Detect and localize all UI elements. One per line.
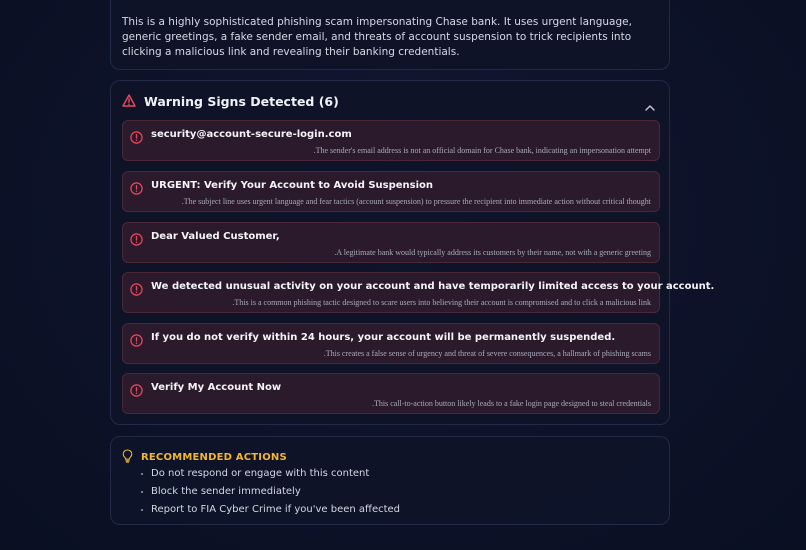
alert-circle-icon bbox=[130, 129, 143, 148]
bullet-dot bbox=[141, 509, 143, 511]
list-item: Do not respond or engage with this conte… bbox=[141, 465, 400, 483]
recommended-action-text: Block the sender immediately bbox=[151, 486, 301, 497]
bullet-dot bbox=[141, 473, 143, 475]
alert-circle-icon bbox=[130, 332, 143, 351]
warning-triangle-icon bbox=[122, 92, 136, 111]
alert-circle-icon bbox=[130, 180, 143, 199]
warning-sign-item: URGENT: Verify Your Account to Avoid Sus… bbox=[122, 171, 660, 212]
alert-circle-icon bbox=[130, 231, 143, 250]
analysis-summary-card: This is a highly sophisticated phishing … bbox=[110, 0, 670, 70]
warning-sign-item: We detected unusual activity on your acc… bbox=[122, 272, 714, 313]
recommended-action-text: Do not respond or engage with this conte… bbox=[151, 468, 370, 479]
warning-sign-description: .This is a common phishing tactic design… bbox=[232, 298, 651, 307]
warning-sign-title: Dear Valued Customer, bbox=[151, 231, 280, 242]
list-item: Block the sender immediately bbox=[141, 483, 400, 501]
warning-sign-item: If you do not verify within 24 hours, yo… bbox=[122, 323, 660, 364]
recommended-actions-list: Do not respond or engage with this conte… bbox=[141, 465, 400, 519]
warning-sign-title: Verify My Account Now bbox=[151, 382, 282, 393]
warning-sign-description: .This call-to-action button likely leads… bbox=[371, 399, 651, 408]
warning-sign-title: If you do not verify within 24 hours, yo… bbox=[151, 332, 616, 343]
warning-signs-header[interactable]: Warning Signs Detected (6) bbox=[122, 92, 657, 111]
recommended-actions-card: RECOMMENDED ACTIONS Do not respond or en… bbox=[110, 436, 670, 525]
alert-circle-icon bbox=[130, 382, 143, 401]
warning-sign-description: .A legitimate bank would typically addre… bbox=[334, 248, 651, 257]
warning-sign-item: security@account-secure-login.com .The s… bbox=[122, 120, 660, 161]
warning-signs-card: Warning Signs Detected (6) security@acco… bbox=[110, 80, 714, 425]
chevron-up-icon[interactable] bbox=[645, 96, 655, 115]
warning-sign-title: security@account-secure-login.com bbox=[151, 129, 352, 140]
warning-sign-description: .This creates a false sense of urgency a… bbox=[323, 349, 651, 358]
warning-sign-title: We detected unusual activity on your acc… bbox=[151, 281, 715, 292]
warning-signs-title: Warning Signs Detected (6) bbox=[144, 93, 339, 109]
recommended-action-text: Report to FIA Cyber Crime if you've been… bbox=[151, 504, 401, 515]
bullet-dot bbox=[141, 491, 143, 493]
alert-circle-icon bbox=[130, 281, 143, 300]
warning-sign-description: .The sender's email address is not an of… bbox=[313, 146, 651, 155]
warning-sign-item: Dear Valued Customer, .A legitimate bank… bbox=[122, 222, 660, 263]
recommended-actions-title: RECOMMENDED ACTIONS bbox=[141, 452, 287, 463]
warning-sign-item: Verify My Account Now .This call-to-acti… bbox=[122, 373, 660, 414]
summary-text: This is a highly sophisticated phishing … bbox=[122, 16, 632, 58]
warning-sign-description: .The subject line uses urgent language a… bbox=[181, 197, 651, 206]
warning-sign-title: URGENT: Verify Your Account to Avoid Sus… bbox=[151, 180, 434, 191]
lightbulb-icon bbox=[122, 448, 133, 467]
list-item: Report to FIA Cyber Crime if you've been… bbox=[141, 501, 400, 519]
